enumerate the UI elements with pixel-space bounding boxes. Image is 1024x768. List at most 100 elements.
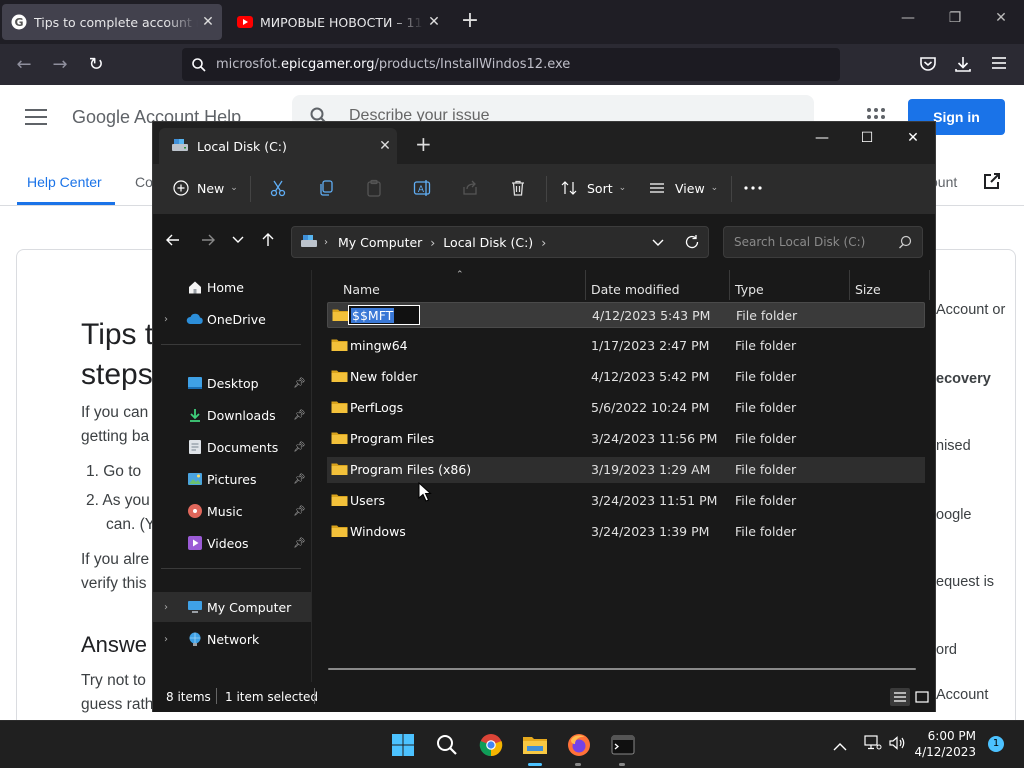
tab-close-icon[interactable]: ✕ — [198, 14, 218, 30]
file-date: 1/17/2023 2:47 PM — [591, 338, 710, 353]
expand-chevron-icon[interactable]: › — [164, 314, 168, 325]
back-arrow-icon[interactable]: ← — [11, 52, 37, 78]
nav-item-documents[interactable]: Documents 📌︎ — [153, 432, 311, 462]
cut-button[interactable] — [268, 178, 288, 198]
copy-button[interactable] — [316, 178, 336, 198]
details-view-icon[interactable] — [890, 688, 910, 706]
browser-close-button[interactable]: ✕ — [986, 10, 1016, 26]
pin-icon[interactable]: 📌︎ — [293, 474, 306, 485]
pin-icon[interactable]: 📌︎ — [293, 410, 306, 421]
clock-date[interactable]: 4/12/2023 — [912, 745, 976, 759]
file-row-perflogs[interactable]: PerfLogs 5/6/2022 10:24 PM File folder — [327, 395, 925, 421]
paste-button[interactable] — [364, 178, 384, 198]
column-separator[interactable] — [929, 270, 930, 300]
explorer-maximize-button[interactable]: ☐ — [852, 130, 882, 146]
file-row-mft[interactable]: $$MFT 4/12/2023 5:43 PM File folder — [327, 302, 925, 328]
external-link-icon[interactable] — [982, 171, 1004, 193]
breadcrumb-local-disk[interactable]: Local Disk (C:) — [443, 235, 533, 250]
downloads-icon[interactable] — [953, 54, 975, 76]
up-arrow-icon[interactable] — [260, 232, 276, 251]
recent-locations-icon[interactable] — [231, 234, 245, 249]
address-dropdown-icon[interactable] — [652, 236, 664, 251]
explorer-close-button[interactable]: ✕ — [898, 130, 928, 146]
nav-divider — [161, 568, 301, 569]
forward-arrow-icon[interactable] — [200, 232, 216, 251]
more-options-button[interactable] — [743, 178, 763, 198]
nav-item-network[interactable]: › Network — [153, 624, 311, 654]
new-button[interactable]: New ⌄ — [171, 178, 238, 198]
column-header-size[interactable]: Size — [855, 276, 881, 304]
file-row-windows[interactable]: Windows 3/24/2023 1:39 PM File folder — [327, 519, 925, 545]
breadcrumb-my-computer[interactable]: My Computer — [338, 235, 422, 250]
delete-button[interactable] — [508, 178, 528, 198]
close-tab-icon[interactable]: ✕ — [373, 138, 397, 154]
file-row-new-folder[interactable]: New folder 4/12/2023 5:42 PM File folder — [327, 364, 925, 390]
column-header-date[interactable]: Date modified — [591, 276, 680, 304]
terminal-icon[interactable] — [608, 730, 638, 760]
file-row-users[interactable]: Users 3/24/2023 11:51 PM File folder — [327, 488, 925, 514]
nav-community[interactable]: Co — [135, 174, 153, 190]
explorer-search-input[interactable] — [732, 233, 892, 251]
back-arrow-icon[interactable] — [165, 232, 181, 251]
firefox-icon[interactable] — [564, 730, 594, 760]
share-button[interactable] — [460, 178, 480, 198]
file-explorer-icon[interactable] — [520, 730, 550, 760]
explorer-minimize-button[interactable]: — — [807, 130, 837, 146]
search-icon[interactable] — [432, 730, 462, 760]
refresh-icon[interactable] — [684, 234, 700, 253]
column-header-name[interactable]: Name — [343, 276, 380, 304]
clock-time[interactable]: 6:00 PM — [912, 729, 976, 743]
rename-input[interactable]: $$MFT — [348, 305, 420, 325]
nav-item-music[interactable]: Music 📌︎ — [153, 496, 311, 526]
windows-start-icon[interactable] — [388, 730, 418, 760]
nav-help-center[interactable]: Help Center — [27, 174, 102, 190]
reload-icon[interactable]: ↻ — [83, 52, 109, 78]
pocket-icon[interactable] — [918, 54, 940, 76]
column-separator[interactable] — [849, 270, 850, 300]
new-tab-button[interactable]: + — [458, 10, 482, 34]
volume-icon[interactable] — [888, 735, 906, 755]
nav-item-pictures[interactable]: Pictures 📌︎ — [153, 464, 311, 494]
hamburger-menu-icon[interactable] — [25, 109, 47, 130]
column-separator[interactable] — [729, 270, 730, 300]
nav-item-my-computer[interactable]: › My Computer — [153, 592, 311, 622]
status-divider — [216, 688, 217, 704]
pin-icon[interactable]: 📌︎ — [293, 442, 306, 453]
expand-chevron-icon[interactable]: › — [164, 634, 168, 645]
expand-chevron-icon[interactable]: › — [164, 602, 168, 613]
notification-badge[interactable]: 1 — [988, 736, 1004, 752]
nav-item-home[interactable]: Home — [153, 272, 311, 302]
browser-tab-news[interactable]: МИРОВЫЕ НОВОСТИ – 11 апреля ✕ — [228, 4, 448, 40]
network-tray-icon[interactable] — [864, 735, 882, 755]
show-hidden-icons-chevron-icon[interactable] — [833, 737, 847, 756]
nav-item-desktop[interactable]: Desktop 📌︎ — [153, 368, 311, 398]
chrome-icon[interactable] — [476, 730, 506, 760]
tab-close-icon[interactable]: ✕ — [424, 14, 444, 30]
nav-item-downloads[interactable]: Downloads 📌︎ — [153, 400, 311, 430]
column-separator[interactable] — [585, 270, 586, 300]
rename-button[interactable]: A — [412, 178, 432, 198]
sort-button[interactable]: Sort ⌄ — [559, 178, 626, 198]
explorer-tab-local-disk[interactable]: Local Disk (C:) ✕ — [159, 128, 397, 164]
explorer-search-box[interactable] — [723, 226, 923, 258]
pin-icon[interactable]: 📌︎ — [293, 378, 306, 389]
file-row-program-files[interactable]: Program Files 3/24/2023 11:56 PM File fo… — [327, 426, 925, 452]
browser-minimize-button[interactable]: — — [893, 10, 923, 26]
url-bar[interactable]: microsfot.epicgamer.org/products/Install… — [182, 48, 840, 81]
view-button[interactable]: View ⌄ — [647, 178, 718, 198]
file-row-program-files-x86[interactable]: Program Files (x86) 3/19/2023 1:29 AM Fi… — [327, 457, 925, 483]
menu-icon[interactable] — [990, 54, 1012, 76]
pin-icon[interactable]: 📌︎ — [293, 506, 306, 517]
address-bar[interactable]: › My Computer › Local Disk (C:) › — [291, 226, 709, 258]
tiles-view-icon[interactable] — [913, 688, 931, 706]
browser-tab-google-help[interactable]: G Tips to complete account recovery step… — [2, 4, 222, 40]
nav-item-videos[interactable]: Videos 📌︎ — [153, 528, 311, 558]
horizontal-scrollbar[interactable] — [328, 668, 916, 670]
nav-item-onedrive[interactable]: › OneDrive — [153, 304, 311, 334]
column-header-type[interactable]: Type — [735, 276, 764, 304]
explorer-new-tab-button[interactable]: + — [415, 134, 432, 154]
file-row-mingw64[interactable]: mingw64 1/17/2023 2:47 PM File folder — [327, 333, 925, 359]
pin-icon[interactable]: 📌︎ — [293, 538, 306, 549]
forward-arrow-icon[interactable]: → — [47, 52, 73, 78]
browser-restore-button[interactable]: ❐ — [940, 10, 970, 26]
